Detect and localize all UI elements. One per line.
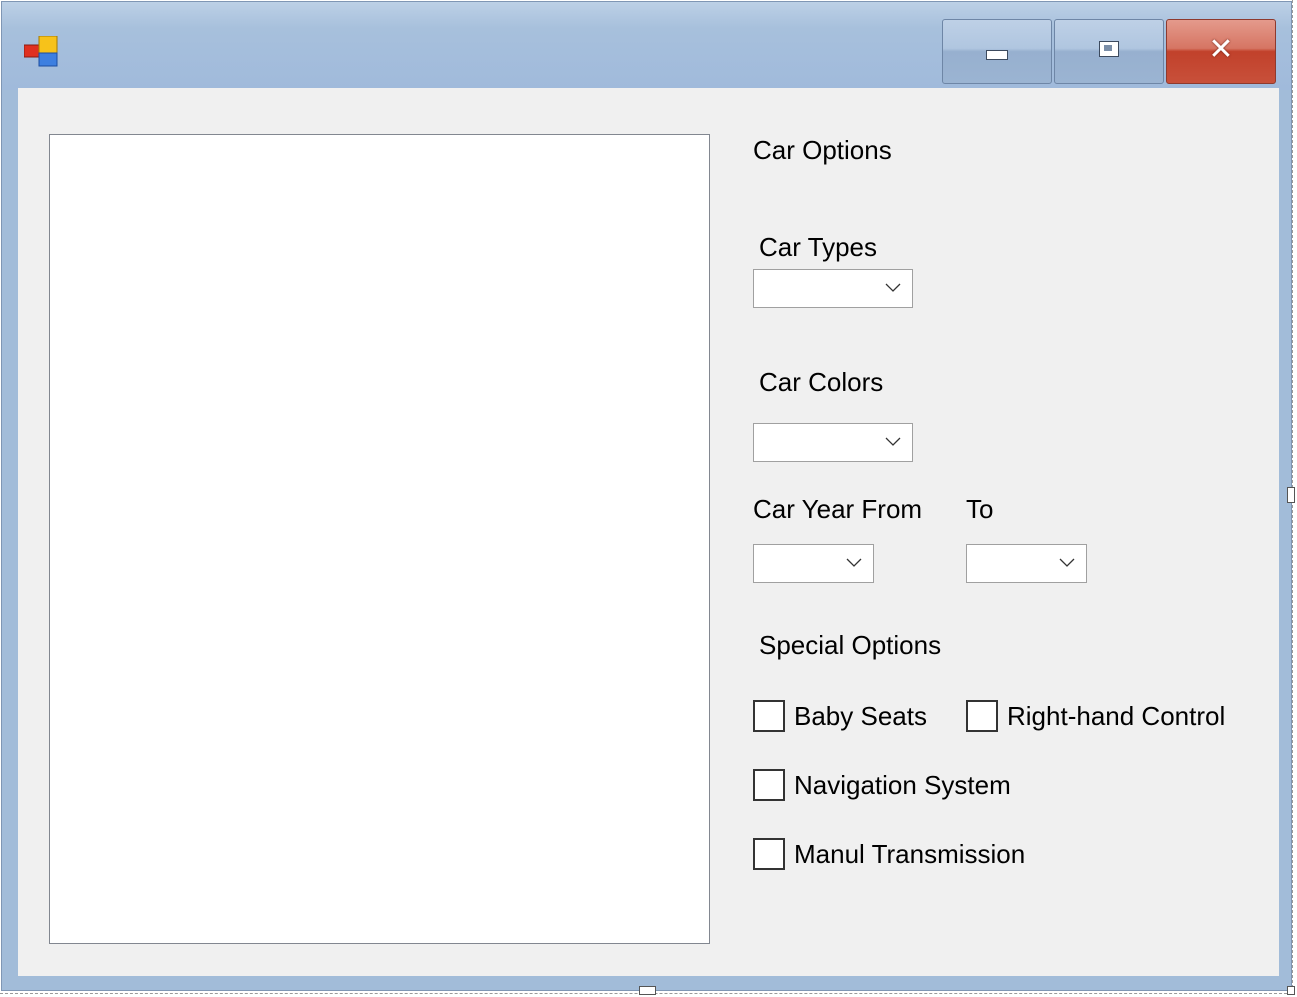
chevron-down-icon	[1059, 558, 1075, 567]
close-button[interactable]: ✕	[1166, 19, 1276, 84]
bottom-resize-grip[interactable]	[639, 986, 656, 995]
maximize-button[interactable]	[1054, 19, 1164, 84]
minimize-icon	[986, 49, 1008, 60]
results-listbox[interactable]	[49, 134, 710, 944]
car-types-combobox[interactable]	[753, 269, 913, 308]
close-icon: ✕	[1208, 31, 1234, 67]
baby-seats-checkbox[interactable]	[753, 700, 785, 732]
windows-forms-app-icon[interactable]	[24, 36, 58, 68]
baby-seats-label: Baby Seats	[794, 701, 927, 731]
right-hand-control-option[interactable]: Right-hand Control	[966, 699, 1225, 733]
form-client-area: Car Options Car Types Car Colors Car Yea…	[18, 88, 1279, 976]
minimize-button[interactable]	[942, 19, 1052, 84]
car-types-label: Car Types	[759, 232, 878, 262]
manual-transmission-option[interactable]: Manul Transmission	[753, 837, 1025, 871]
right-resize-grip[interactable]	[1287, 487, 1295, 503]
baby-seats-option[interactable]: Baby Seats	[753, 699, 927, 733]
manual-transmission-checkbox[interactable]	[753, 838, 785, 870]
chevron-down-icon	[885, 283, 901, 292]
navigation-system-label: Navigation System	[794, 770, 1011, 800]
car-colors-combobox[interactable]	[753, 423, 913, 462]
chevron-down-icon	[846, 558, 862, 567]
car-year-to-label: To	[966, 494, 994, 524]
corner-resize-grip[interactable]	[1287, 986, 1295, 995]
year-from-combobox[interactable]	[753, 544, 874, 583]
right-hand-control-label: Right-hand Control	[1007, 701, 1226, 731]
car-colors-label: Car Colors	[759, 367, 884, 397]
chevron-down-icon	[885, 437, 901, 446]
app-window: ✕ Car Options Car Types Car Colors Car Y…	[1, 1, 1292, 991]
right-hand-control-checkbox[interactable]	[966, 700, 998, 732]
navigation-system-option[interactable]: Navigation System	[753, 768, 1011, 802]
special-options-label: Special Options	[759, 630, 942, 660]
manual-transmission-label: Manul Transmission	[794, 839, 1026, 869]
car-year-from-label: Car Year From	[753, 494, 923, 524]
maximize-icon	[1099, 40, 1119, 57]
navigation-system-checkbox[interactable]	[753, 769, 785, 801]
year-to-combobox[interactable]	[966, 544, 1087, 583]
car-options-title: Car Options	[753, 135, 892, 165]
